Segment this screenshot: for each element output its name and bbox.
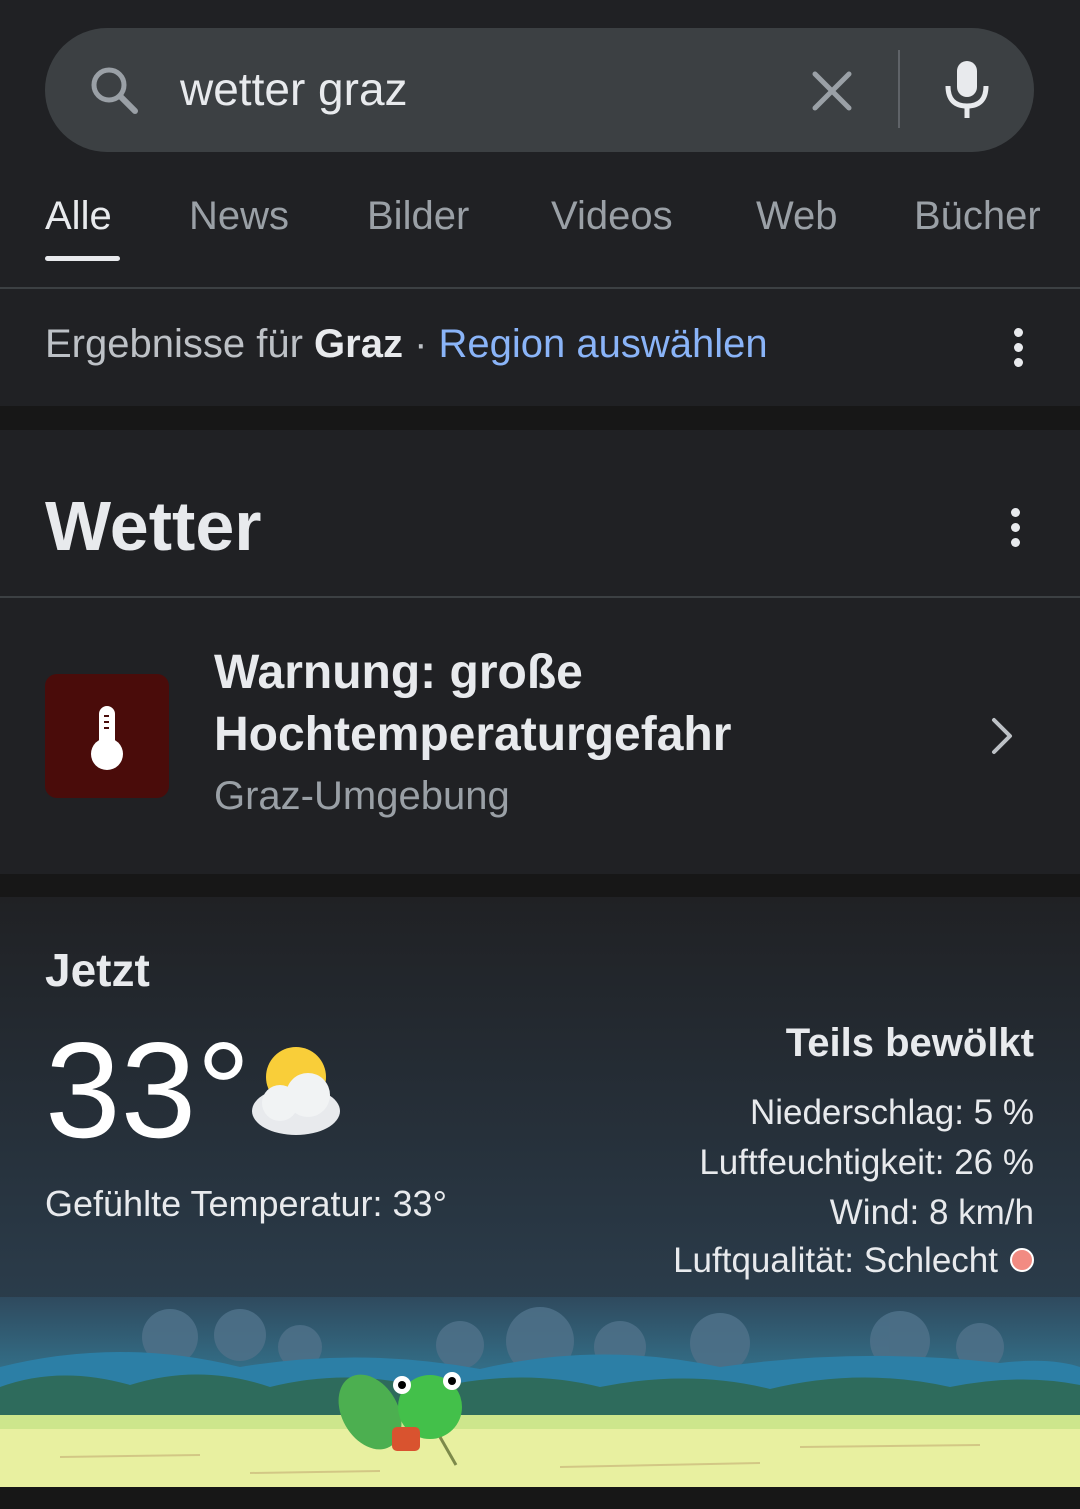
- weather-now-panel: Jetzt 33° Gefühlte Temperatur: 33° Teils…: [0, 897, 1080, 1487]
- region-select-link[interactable]: Region auswählen: [439, 322, 768, 366]
- air-quality-label: Luftqualität: Schlecht: [673, 1241, 998, 1280]
- weather-title: Wetter: [45, 487, 262, 565]
- search-icon: [91, 67, 138, 114]
- active-tab-indicator: [45, 256, 120, 261]
- wind: Wind: 8 km/h: [829, 1193, 1034, 1232]
- search-bar[interactable]: wetter graz: [45, 28, 1034, 152]
- weather-header-divider: [0, 596, 1080, 598]
- weather-more-icon[interactable]: [1009, 508, 1021, 553]
- search-divider: [898, 50, 900, 128]
- warning-title[interactable]: Warnung: große Hochtemperaturgefahr: [214, 642, 934, 766]
- region-separator: ·: [402, 322, 439, 366]
- humidity: Luftfeuchtigkeit: 26 %: [699, 1143, 1034, 1182]
- tab-buecher[interactable]: Bücher: [914, 194, 1041, 239]
- tabs-divider: [0, 287, 1080, 289]
- air-quality: Luftqualität: Schlecht: [673, 1241, 1034, 1281]
- chevron-right-icon[interactable]: [988, 716, 1018, 756]
- weather-illustration: [0, 1297, 1080, 1487]
- tab-web[interactable]: Web: [756, 194, 838, 239]
- bottom-edge: [0, 1487, 1080, 1509]
- condition-text: Teils bewölkt: [785, 1021, 1034, 1065]
- region-line: Ergebnisse für Graz · Region auswählen: [45, 322, 768, 367]
- warning-icon-box: [45, 674, 169, 798]
- region-location: Graz: [314, 322, 403, 366]
- tab-alle[interactable]: Alle: [45, 194, 112, 239]
- warning-area: Graz-Umgebung: [214, 774, 510, 818]
- now-label: Jetzt: [45, 944, 150, 996]
- section-separator: [0, 406, 1080, 430]
- tab-bilder[interactable]: Bilder: [367, 194, 469, 239]
- partly-cloudy-icon: [252, 1047, 340, 1135]
- precipitation: Niederschlag: 5 %: [749, 1093, 1034, 1132]
- current-temperature: 33°: [45, 1014, 251, 1166]
- clear-icon[interactable]: [807, 66, 857, 116]
- tab-news[interactable]: News: [189, 194, 289, 239]
- section-separator: [0, 874, 1080, 897]
- microphone-icon[interactable]: [940, 58, 994, 122]
- search-tabs: Alle News Bilder Videos Web Bücher: [0, 172, 1080, 288]
- region-prefix: Ergebnisse für: [45, 322, 303, 366]
- region-more-icon[interactable]: [1012, 328, 1024, 373]
- tab-videos[interactable]: Videos: [551, 194, 673, 239]
- search-input[interactable]: wetter graz: [180, 62, 408, 116]
- thermometer-icon: [91, 706, 123, 770]
- air-quality-indicator: [1010, 1247, 1034, 1272]
- feels-like: Gefühlte Temperatur: 33°: [45, 1183, 447, 1224]
